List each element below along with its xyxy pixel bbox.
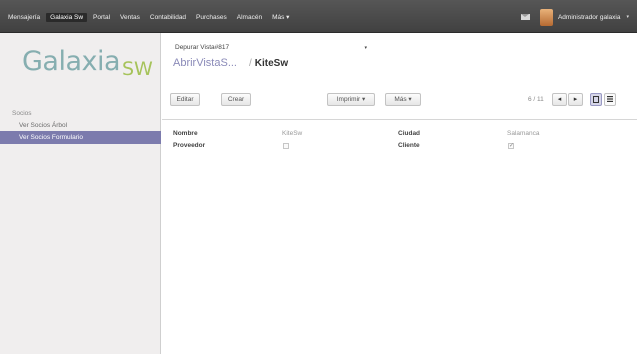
breadcrumb-parent-link[interactable]: AbrirVistaS...	[173, 57, 237, 69]
company-logo: Galaxia SW	[10, 42, 153, 80]
menu-item-contabilidad[interactable]: Contabilidad	[146, 13, 190, 22]
menu-item-purchases[interactable]: Purchases	[192, 13, 231, 22]
debug-view-select-value: Depurar Vista#817	[175, 44, 230, 51]
breadcrumb: AbrirVistaS... / KiteSw	[173, 57, 288, 73]
next-record-button[interactable]: ▸	[568, 93, 583, 106]
menu-item-ventas[interactable]: Ventas	[116, 13, 144, 22]
debug-view-select[interactable]: Depurar Vista#817 ▾	[173, 42, 373, 54]
logo-text: Galaxia	[22, 46, 121, 77]
city-value: Salamanca	[507, 130, 540, 137]
supplier-label: Proveedor	[173, 142, 206, 149]
breadcrumb-separator: /	[249, 58, 252, 69]
create-button[interactable]: Crear	[221, 93, 251, 106]
sidebar-item-ver-socios-arbol[interactable]: Ver Socios Árbol	[0, 120, 161, 131]
form-view-button[interactable]	[590, 93, 602, 106]
sidebar: Galaxia SW Socios Ver Socios Árbol Ver S…	[0, 33, 161, 354]
print-button[interactable]: Imprimir ▾	[327, 93, 375, 106]
list-view-button[interactable]	[604, 93, 616, 106]
edit-button[interactable]: Editar	[170, 93, 200, 106]
menu-item-portal[interactable]: Portal	[89, 13, 114, 22]
main-menu: Mensajería Galaxia Sw Portal Ventas Cont…	[4, 11, 295, 23]
customer-label: Cliente	[398, 142, 420, 149]
breadcrumb-current: KiteSw	[254, 58, 289, 69]
form-view-icon	[593, 96, 599, 103]
list-view-icon	[607, 96, 613, 102]
arrow-right-icon: ▸	[573, 96, 578, 103]
arrow-left-icon: ◂	[557, 96, 562, 103]
sidebar-section-socios: Socios	[12, 110, 32, 117]
previous-record-button[interactable]: ◂	[552, 93, 567, 106]
sidebar-item-ver-socios-formulario[interactable]: Ver Socios Formulario	[0, 131, 161, 144]
customer-checkbox[interactable]: ✓	[508, 143, 514, 149]
city-label: Ciudad	[398, 130, 421, 137]
user-menu[interactable]: Administrador galaxia	[558, 14, 621, 21]
menu-item-almacen[interactable]: Almacén	[233, 13, 266, 22]
menu-item-mensajeria[interactable]: Mensajería	[4, 13, 44, 22]
more-button[interactable]: Más ▾	[385, 93, 421, 106]
supplier-checkbox[interactable]	[283, 143, 289, 149]
view-header: Depurar Vista#817 ▾ AbrirVistaS... / Kit…	[162, 33, 637, 120]
logo-sw-text: SW	[122, 58, 153, 80]
top-navigation-bar: Mensajería Galaxia Sw Portal Ventas Cont…	[0, 0, 637, 33]
check-icon: ✓	[509, 143, 515, 149]
pager-counter: 6 / 11	[528, 96, 544, 103]
chevron-down-icon: ▾	[364, 45, 367, 51]
chevron-down-icon[interactable]: ▾	[626, 14, 629, 20]
avatar[interactable]	[539, 8, 553, 26]
main-content: Depurar Vista#817 ▾ AbrirVistaS... / Kit…	[162, 33, 637, 354]
menu-item-galaxia-sw[interactable]: Galaxia Sw	[46, 12, 88, 22]
mail-icon[interactable]	[520, 14, 530, 20]
user-area: Administrador galaxia ▾	[520, 8, 629, 26]
name-label: Nombre	[173, 130, 198, 137]
menu-item-mas[interactable]: Más ▾	[268, 12, 293, 22]
name-value: KiteSw	[282, 130, 303, 137]
